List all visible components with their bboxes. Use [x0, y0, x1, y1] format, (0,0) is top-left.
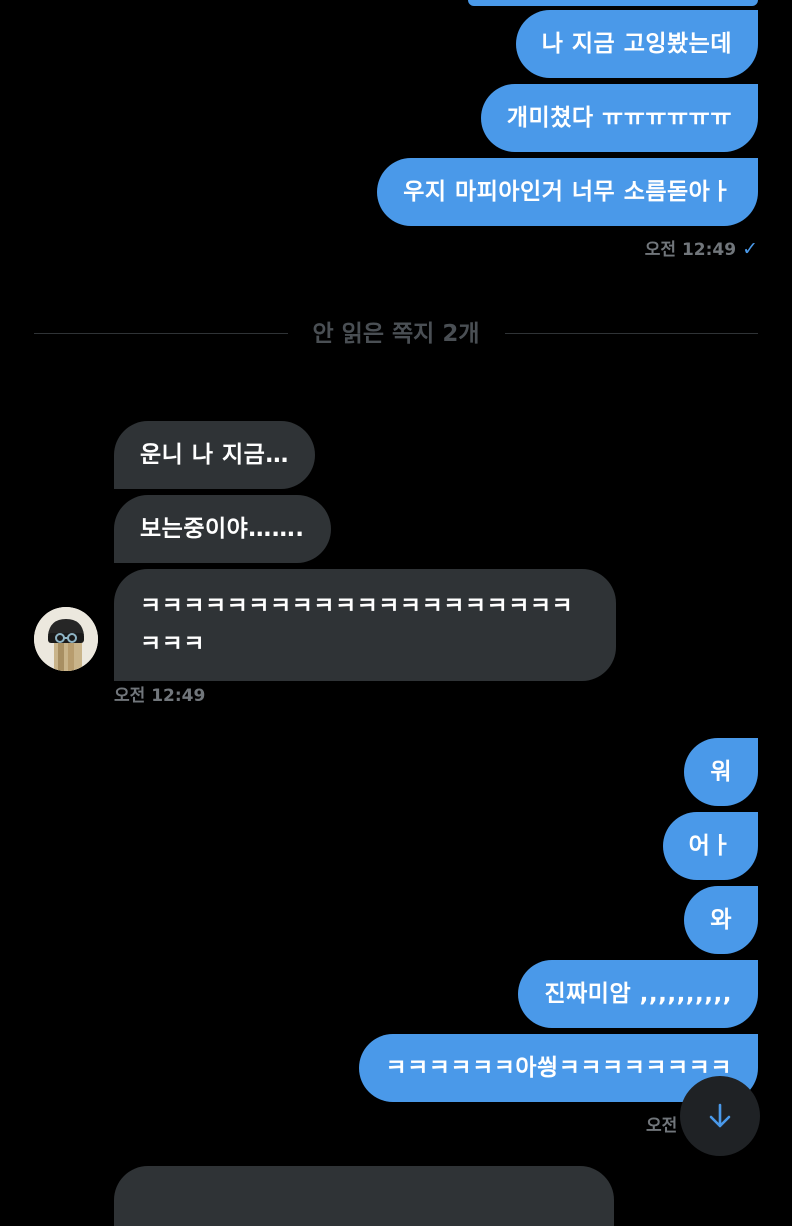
- received-timestamp: 오전 12:49: [114, 686, 206, 706]
- unread-messages-divider: 안 읽은 쪽지 2개: [312, 321, 480, 347]
- scroll-to-bottom-button[interactable]: [680, 1076, 760, 1156]
- sent-message-bubble[interactable]: 나 지금 고잉봤는데: [515, 10, 758, 78]
- arrow-down-icon: [709, 1103, 731, 1128]
- sent-message-bubble[interactable]: 진짜미암 ,,,,,,,,,,: [518, 960, 758, 1028]
- check-icon: ✓: [742, 238, 758, 260]
- sent-message-bubble[interactable]: 개미쳤다 ㅠㅠㅠㅠㅠㅠ: [480, 84, 758, 152]
- avatar-image: [34, 607, 98, 671]
- sent-timestamp: 오전 12:49 ✓: [645, 235, 758, 260]
- sent-message-bubble[interactable]: 우지 마피아인거 너무 소름돋아ㅏ: [377, 158, 758, 226]
- next-received-message-bubble-edge: [114, 1166, 614, 1226]
- sent-message-bubble[interactable]: 어ㅏ: [662, 812, 758, 880]
- received-message-bubble[interactable]: ㅋㅋㅋㅋㅋㅋㅋㅋㅋㅋㅋㅋㅋㅋㅋㅋㅋㅋㅋㅋㅋㅋㅋ: [114, 569, 616, 681]
- received-message-bubble[interactable]: 운니 나 지금…: [114, 421, 315, 489]
- timestamp-text: 오전 12:49: [644, 240, 737, 260]
- sent-timestamp: 오전: [646, 1116, 678, 1136]
- sent-message-bubble[interactable]: 와: [684, 886, 758, 954]
- sent-message-bubble[interactable]: 워: [684, 738, 758, 806]
- received-message-bubble[interactable]: 보는중이야…….: [114, 495, 331, 563]
- avatar-icon[interactable]: [34, 607, 98, 671]
- previous-message-bubble-edge: [468, 0, 758, 6]
